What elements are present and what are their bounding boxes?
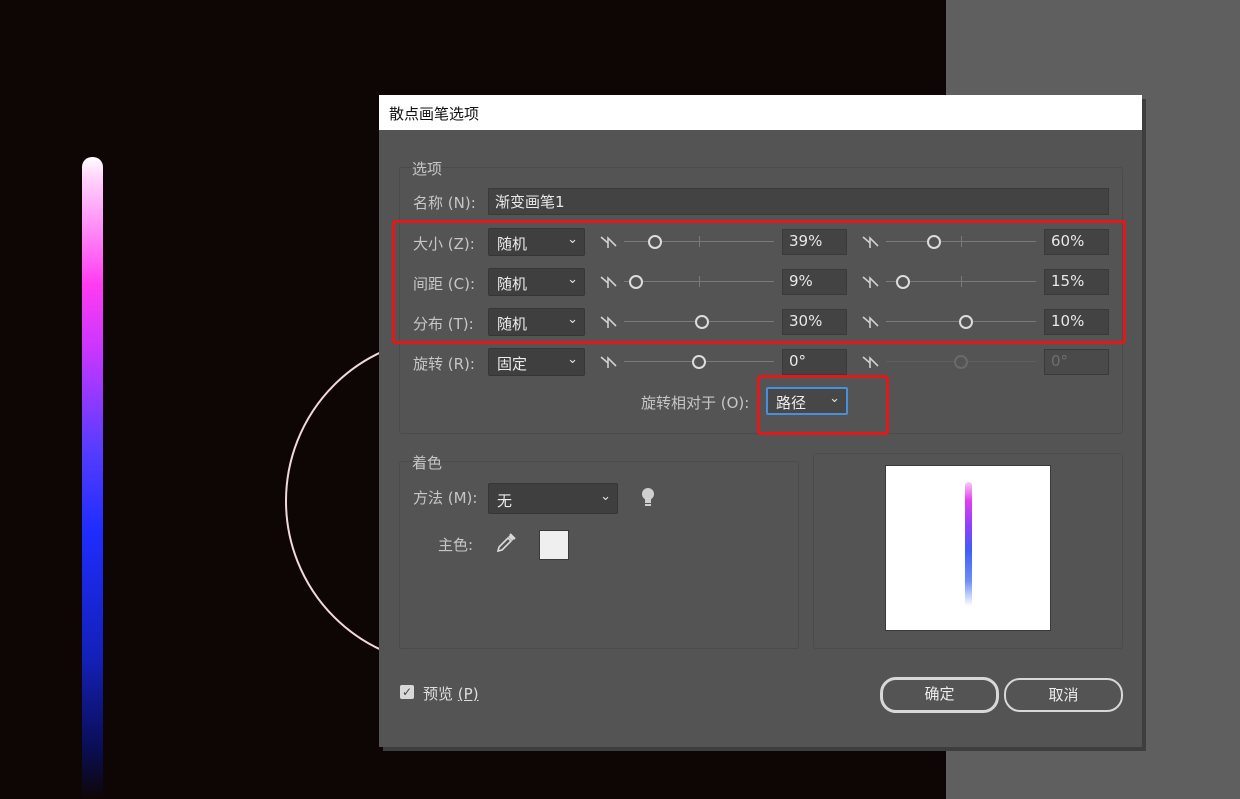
- gradient-brush-stroke[interactable]: [82, 157, 103, 799]
- preview-accelerator: (P): [457, 685, 479, 703]
- preview-checkbox[interactable]: ✓: [400, 685, 414, 699]
- cancel-button[interactable]: 取消: [1004, 678, 1123, 712]
- dialog-titlebar[interactable]: 散点画笔选项: [379, 95, 1142, 130]
- scatter-brush-options-dialog: 散点画笔选项 选项 名称 (N): 渐变画笔1 大小 (Z): 随机 ⌄ 39% …: [379, 95, 1142, 747]
- rotation-max-slider: [886, 352, 1036, 372]
- pressure-icon[interactable]: [600, 355, 618, 369]
- chevron-down-icon: ⌄: [600, 489, 611, 504]
- brush-preview-stroke: [965, 482, 972, 606]
- colorization-legend: 着色: [412, 454, 443, 472]
- brush-preview-box: [885, 465, 1051, 631]
- key-color-label: 主色:: [438, 536, 474, 554]
- dialog-title: 散点画笔选项: [389, 105, 480, 123]
- preview-label[interactable]: 预览 (P): [423, 683, 479, 704]
- slider-thumb[interactable]: [692, 355, 706, 369]
- pressure-icon: [862, 356, 879, 368]
- rotation-mode-select[interactable]: 固定 ⌄: [488, 348, 585, 376]
- brush-name-input[interactable]: 渐变画笔1: [488, 188, 1109, 215]
- name-label: 名称 (N):: [413, 194, 476, 212]
- chevron-down-icon: ⌄: [567, 352, 578, 367]
- highlight-rotation-relative: [757, 375, 889, 435]
- rotation-min-slider[interactable]: [624, 352, 774, 372]
- method-select[interactable]: 无 ⌄: [488, 483, 618, 514]
- rotation-min-field[interactable]: 0°: [782, 349, 847, 375]
- key-color-swatch[interactable]: [539, 530, 569, 560]
- ok-button[interactable]: 确定: [880, 677, 999, 713]
- checkmark-icon: ✓: [401, 685, 413, 699]
- preview-label-text: 预览: [423, 685, 454, 703]
- rotation-relative-label: 旋转相对于 (O):: [641, 394, 750, 412]
- method-label: 方法 (M):: [413, 489, 478, 507]
- slider-thumb: [954, 355, 968, 369]
- rotation-label: 旋转 (R):: [413, 355, 475, 373]
- tips-lightbulb-icon[interactable]: [640, 487, 656, 509]
- options-legend: 选项: [412, 160, 443, 178]
- method-value: 无: [497, 492, 513, 510]
- eyedropper-icon[interactable]: [495, 532, 517, 554]
- rotation-mode-value: 固定: [497, 355, 528, 373]
- rotation-max-field: 0°: [1044, 349, 1109, 375]
- highlight-random-rows: [392, 220, 1126, 344]
